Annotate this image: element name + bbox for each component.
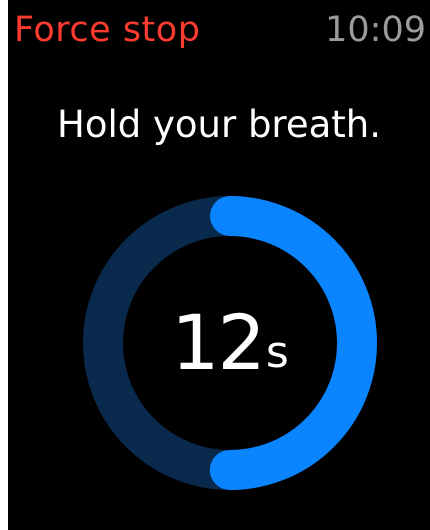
watch-screen: Force stop 10:09 Hold your breath. 12 s [8,0,430,530]
countdown-ring: 12 s [80,193,380,493]
force-stop-button[interactable]: Force stop [14,8,200,52]
countdown-value: 12 [171,298,266,387]
breath-prompt: Hold your breath. [57,103,381,146]
status-time: 10:09 [325,10,426,50]
countdown-readout: 12 s [80,193,380,493]
status-bar: Force stop 10:09 [8,0,430,60]
countdown-unit: s [265,327,289,378]
